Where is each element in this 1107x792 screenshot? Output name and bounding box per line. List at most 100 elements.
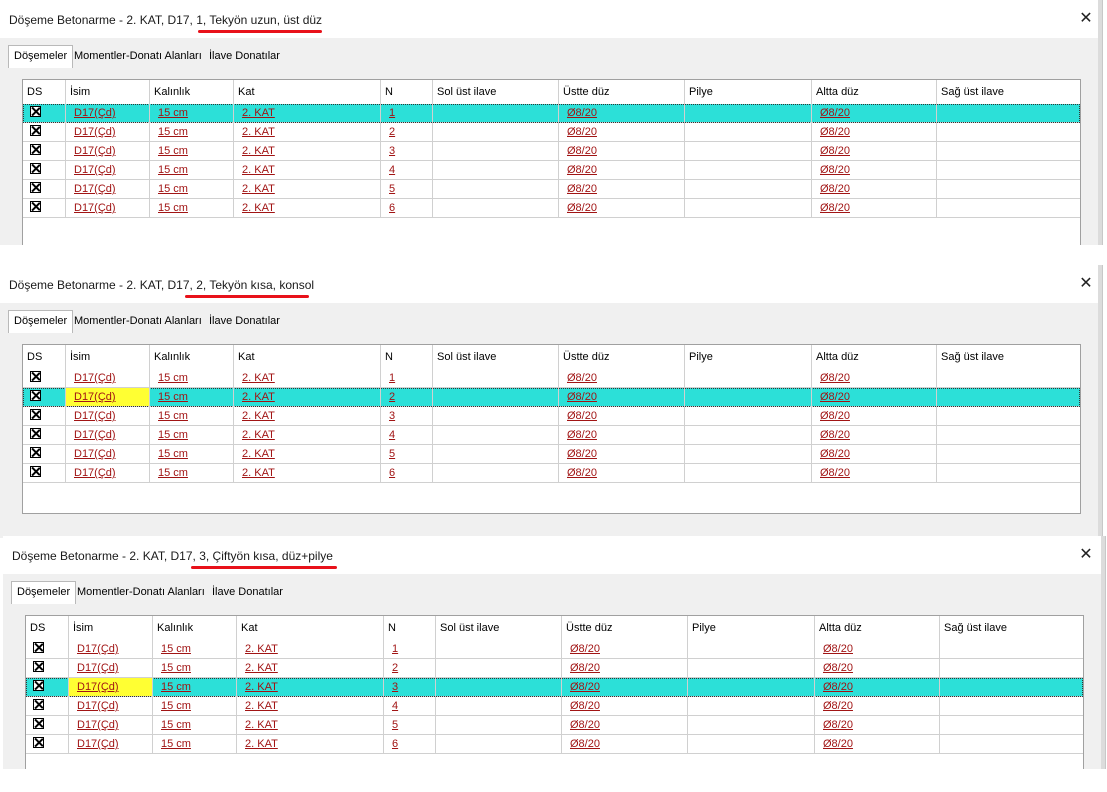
ds-checkbox[interactable] bbox=[30, 106, 41, 117]
n-link[interactable]: 2 bbox=[392, 662, 398, 674]
ustte-link[interactable]: Ø8/20 bbox=[567, 467, 597, 479]
kat-link[interactable]: 2. KAT bbox=[242, 429, 275, 441]
kalinlik-link[interactable]: 15 cm bbox=[158, 145, 188, 157]
n-link[interactable]: 1 bbox=[389, 372, 395, 384]
kat-link[interactable]: 2. KAT bbox=[242, 202, 275, 214]
kalinlik-link[interactable]: 15 cm bbox=[158, 391, 188, 403]
ds-checkbox[interactable] bbox=[33, 680, 44, 691]
ds-checkbox[interactable] bbox=[30, 390, 41, 401]
altta-link[interactable]: Ø8/20 bbox=[820, 164, 850, 176]
kalinlik-link[interactable]: 15 cm bbox=[158, 107, 188, 119]
n-link[interactable]: 1 bbox=[389, 107, 395, 119]
isim-link[interactable]: D17(Çd) bbox=[77, 738, 119, 750]
table-row[interactable]: D17(Çd) 15 cm 2. KAT 4 Ø8/20 Ø8/20 bbox=[23, 161, 1080, 180]
altta-link[interactable]: Ø8/20 bbox=[820, 372, 850, 384]
ds-checkbox[interactable] bbox=[33, 718, 44, 729]
n-link[interactable]: 2 bbox=[389, 126, 395, 138]
ds-checkbox[interactable] bbox=[33, 699, 44, 710]
ds-checkbox[interactable] bbox=[30, 428, 41, 439]
isim-link[interactable]: D17(Çd) bbox=[74, 107, 116, 119]
table-row[interactable]: D17(Çd) 15 cm 2. KAT 4 Ø8/20 Ø8/20 bbox=[26, 697, 1083, 716]
ustte-link[interactable]: Ø8/20 bbox=[567, 164, 597, 176]
altta-link[interactable]: Ø8/20 bbox=[820, 145, 850, 157]
kalinlik-link[interactable]: 15 cm bbox=[161, 719, 191, 731]
altta-link[interactable]: Ø8/20 bbox=[820, 183, 850, 195]
table-row[interactable]: D17(Çd) 15 cm 2. KAT 5 Ø8/20 Ø8/20 bbox=[26, 716, 1083, 735]
n-link[interactable]: 4 bbox=[389, 429, 395, 441]
n-link[interactable]: 5 bbox=[392, 719, 398, 731]
ds-checkbox[interactable] bbox=[33, 661, 44, 672]
kalinlik-link[interactable]: 15 cm bbox=[161, 738, 191, 750]
isim-link[interactable]: D17(Çd) bbox=[74, 467, 116, 479]
isim-link[interactable]: D17(Çd) bbox=[77, 700, 119, 712]
ds-checkbox[interactable] bbox=[33, 737, 44, 748]
ds-checkbox[interactable] bbox=[30, 144, 41, 155]
ustte-link[interactable]: Ø8/20 bbox=[567, 126, 597, 138]
altta-link[interactable]: Ø8/20 bbox=[820, 429, 850, 441]
table-row[interactable]: D17(Çd) 15 cm 2. KAT 5 Ø8/20 Ø8/20 bbox=[23, 180, 1080, 199]
kalinlik-link[interactable]: 15 cm bbox=[158, 202, 188, 214]
table-row[interactable]: D17(Çd) 15 cm 2. KAT 3 Ø8/20 Ø8/20 bbox=[23, 142, 1080, 161]
isim-link[interactable]: D17(Çd) bbox=[74, 145, 116, 157]
kat-link[interactable]: 2. KAT bbox=[245, 719, 278, 731]
n-link[interactable]: 3 bbox=[389, 410, 395, 422]
n-link[interactable]: 3 bbox=[392, 681, 398, 693]
ds-checkbox[interactable] bbox=[30, 163, 41, 174]
table-row[interactable]: D17(Çd) 15 cm 2. KAT 1 Ø8/20 Ø8/20 bbox=[23, 104, 1080, 123]
kalinlik-link[interactable]: 15 cm bbox=[158, 429, 188, 441]
kalinlik-link[interactable]: 15 cm bbox=[161, 643, 191, 655]
kat-link[interactable]: 2. KAT bbox=[245, 662, 278, 674]
kat-link[interactable]: 2. KAT bbox=[242, 410, 275, 422]
n-link[interactable]: 2 bbox=[389, 391, 395, 403]
tab-ilave[interactable]: İlave Donatılar bbox=[208, 584, 287, 602]
table-row[interactable]: D17(Çd) 15 cm 2. KAT 3 Ø8/20 Ø8/20 bbox=[26, 678, 1083, 697]
isim-link[interactable]: D17(Çd) bbox=[74, 183, 116, 195]
n-link[interactable]: 1 bbox=[392, 643, 398, 655]
table-row[interactable]: D17(Çd) 15 cm 2. KAT 5 Ø8/20 Ø8/20 bbox=[23, 445, 1080, 464]
kat-link[interactable]: 2. KAT bbox=[242, 126, 275, 138]
isim-link[interactable]: D17(Çd) bbox=[77, 719, 119, 731]
kat-link[interactable]: 2. KAT bbox=[242, 467, 275, 479]
kat-link[interactable]: 2. KAT bbox=[245, 681, 278, 693]
ustte-link[interactable]: Ø8/20 bbox=[567, 202, 597, 214]
kat-link[interactable]: 2. KAT bbox=[245, 700, 278, 712]
tab-doseme[interactable]: Döşemeler bbox=[8, 45, 74, 68]
altta-link[interactable]: Ø8/20 bbox=[820, 448, 850, 460]
kat-link[interactable]: 2. KAT bbox=[242, 391, 275, 403]
tab-momentler[interactable]: Momentler-Donatı Alanları bbox=[70, 313, 206, 331]
tab-momentler[interactable]: Momentler-Donatı Alanları bbox=[73, 584, 209, 602]
altta-link[interactable]: Ø8/20 bbox=[820, 107, 850, 119]
isim-link[interactable]: D17(Çd) bbox=[74, 372, 116, 384]
isim-link[interactable]: D17(Çd) bbox=[77, 643, 119, 655]
tab-ilave[interactable]: İlave Donatılar bbox=[205, 48, 284, 66]
table-row[interactable]: D17(Çd) 15 cm 2. KAT 1 Ø8/20 Ø8/20 bbox=[26, 640, 1083, 659]
ustte-link[interactable]: Ø8/20 bbox=[567, 448, 597, 460]
altta-link[interactable]: Ø8/20 bbox=[820, 410, 850, 422]
tab-ilave[interactable]: İlave Donatılar bbox=[205, 313, 284, 331]
ustte-link[interactable]: Ø8/20 bbox=[570, 738, 600, 750]
altta-link[interactable]: Ø8/20 bbox=[820, 126, 850, 138]
table-row[interactable]: D17(Çd) 15 cm 2. KAT 6 Ø8/20 Ø8/20 bbox=[23, 464, 1080, 483]
altta-link[interactable]: Ø8/20 bbox=[823, 643, 853, 655]
isim-link[interactable]: D17(Çd) bbox=[74, 164, 116, 176]
ustte-link[interactable]: Ø8/20 bbox=[567, 410, 597, 422]
close-icon[interactable]: ✕ bbox=[1077, 10, 1095, 28]
kat-link[interactable]: 2. KAT bbox=[242, 164, 275, 176]
ds-checkbox[interactable] bbox=[33, 642, 44, 653]
kalinlik-link[interactable]: 15 cm bbox=[158, 126, 188, 138]
isim-link[interactable]: D17(Çd) bbox=[74, 391, 116, 403]
kalinlik-link[interactable]: 15 cm bbox=[158, 164, 188, 176]
altta-link[interactable]: Ø8/20 bbox=[823, 719, 853, 731]
kat-link[interactable]: 2. KAT bbox=[242, 183, 275, 195]
ustte-link[interactable]: Ø8/20 bbox=[567, 145, 597, 157]
isim-link[interactable]: D17(Çd) bbox=[74, 126, 116, 138]
ustte-link[interactable]: Ø8/20 bbox=[570, 700, 600, 712]
kat-link[interactable]: 2. KAT bbox=[242, 107, 275, 119]
isim-link[interactable]: D17(Çd) bbox=[77, 662, 119, 674]
isim-link[interactable]: D17(Çd) bbox=[77, 681, 119, 693]
kat-link[interactable]: 2. KAT bbox=[242, 448, 275, 460]
ustte-link[interactable]: Ø8/20 bbox=[570, 681, 600, 693]
table-row[interactable]: D17(Çd) 15 cm 2. KAT 6 Ø8/20 Ø8/20 bbox=[26, 735, 1083, 754]
altta-link[interactable]: Ø8/20 bbox=[823, 738, 853, 750]
table-row[interactable]: D17(Çd) 15 cm 2. KAT 6 Ø8/20 Ø8/20 bbox=[23, 199, 1080, 218]
